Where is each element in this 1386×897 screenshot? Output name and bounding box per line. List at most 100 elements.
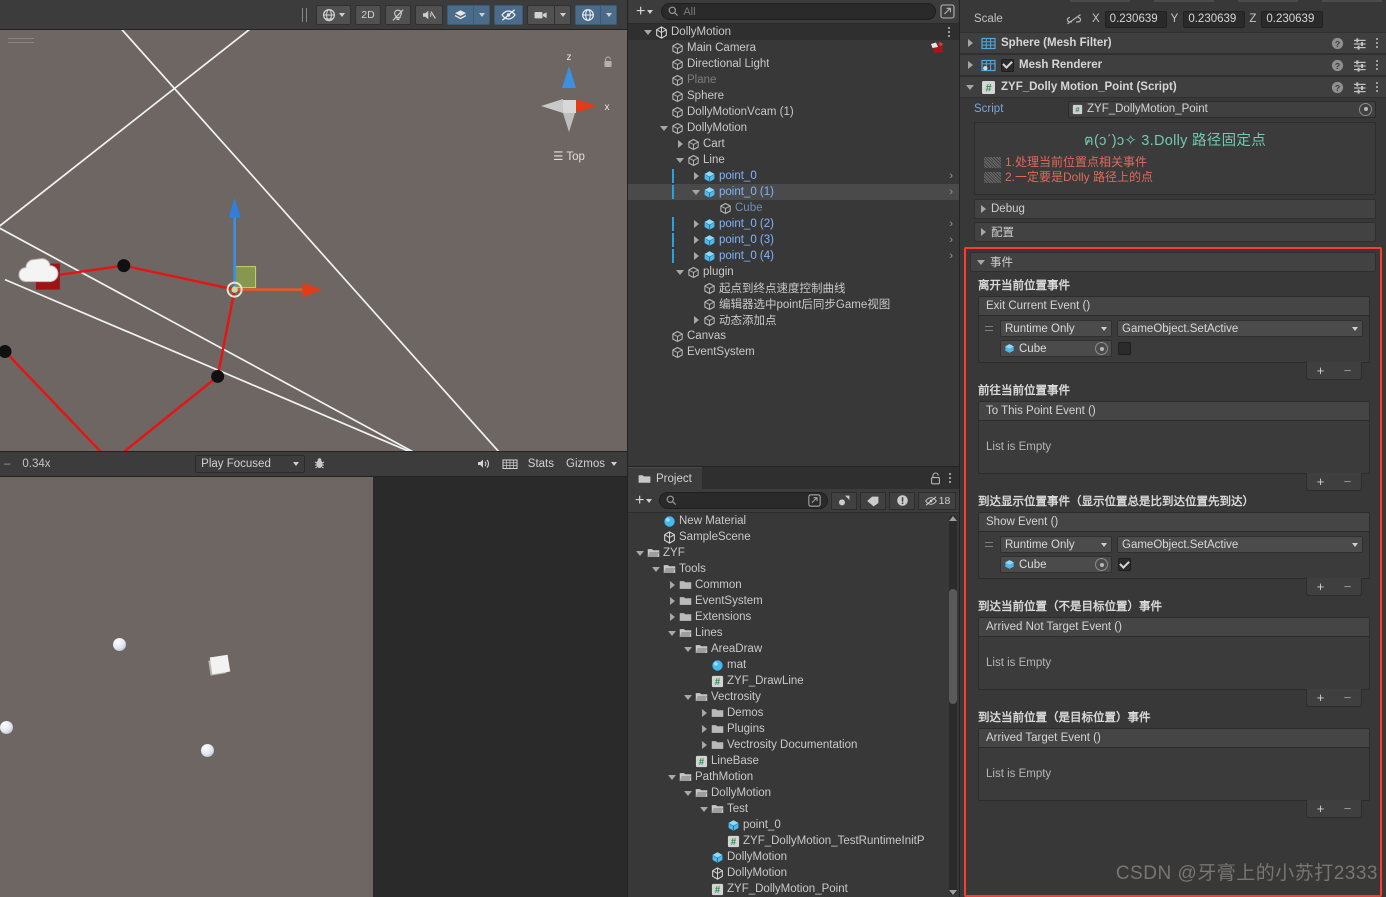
tree-row[interactable]: Line	[628, 152, 959, 168]
event-runtime-dropdown[interactable]: Runtime Only	[1000, 536, 1112, 553]
tree-row[interactable]: 编辑器选中point后同步Game视图	[628, 296, 959, 312]
tree-row[interactable]: mat	[628, 657, 959, 673]
component-header-mesh-renderer[interactable]: Mesh Renderer ?	[960, 54, 1386, 76]
expand-arrow[interactable]	[698, 801, 710, 817]
expand-arrow[interactable]	[690, 248, 702, 264]
tree-row[interactable]: plugin	[628, 264, 959, 280]
gizmos-dropdown-button[interactable]	[601, 4, 617, 25]
expand-arrow[interactable]	[964, 35, 976, 51]
tree-row[interactable]: Vectrosity	[628, 689, 959, 705]
tree-row[interactable]: DollyMotion	[628, 849, 959, 865]
filter-by-label-button[interactable]	[860, 491, 886, 510]
expand-arrow[interactable]	[658, 120, 670, 136]
foldout-config[interactable]: 配置	[974, 222, 1376, 242]
remove-listener-button[interactable]: −	[1334, 473, 1361, 491]
expand-arrow[interactable]	[674, 264, 686, 280]
expand-arrow[interactable]	[666, 577, 678, 593]
hidden-objects-toggle-button[interactable]	[494, 4, 523, 25]
open-prefab-chevron-icon[interactable]: ›	[949, 250, 955, 262]
expand-arrow[interactable]	[682, 641, 694, 657]
expand-arrow[interactable]	[690, 312, 702, 328]
project-popout-icon[interactable]	[808, 494, 821, 507]
tree-row[interactable]: Cart	[628, 136, 959, 152]
add-listener-button[interactable]: +	[1307, 689, 1334, 707]
path-point-marker[interactable]	[211, 369, 225, 383]
help-icon[interactable]: ?	[1331, 81, 1344, 94]
tree-row[interactable]: Canvas	[628, 328, 959, 344]
event-target-object-field[interactable]: Cube	[1000, 556, 1112, 573]
tree-row[interactable]: Sphere	[628, 88, 959, 104]
tree-row[interactable]: EventSystem	[628, 593, 959, 609]
component-header-mesh-filter[interactable]: Sphere (Mesh Filter) ?	[960, 32, 1386, 54]
tree-row-selected[interactable]: point_0 (1) ›	[628, 184, 959, 200]
help-icon[interactable]: ?	[1331, 59, 1344, 72]
event-method-dropdown[interactable]: GameObject.SetActive	[1117, 320, 1363, 337]
tree-row[interactable]: DollyMotionVcam (1)	[628, 104, 959, 120]
tree-row[interactable]: EventSystem	[628, 344, 959, 360]
tree-row[interactable]: Plane	[628, 72, 959, 88]
scene-camera-dropdown[interactable]	[555, 4, 571, 25]
component-header-dolly-motion-point[interactable]: # ZYF_Dolly Motion_Point (Script) ?	[960, 76, 1386, 98]
gizmos-button[interactable]: Gizmos	[560, 458, 611, 470]
tab-project[interactable]: Project	[628, 467, 702, 489]
project-search-input[interactable]	[659, 492, 828, 509]
script-object-field[interactable]: # ZYF_DollyMotion_Point	[1068, 100, 1376, 118]
filter-warnings-button[interactable]	[889, 491, 915, 510]
remove-listener-button[interactable]: −	[1334, 362, 1361, 380]
tree-row[interactable]: point_0 (4) ›	[628, 248, 959, 264]
help-icon[interactable]: ?	[1331, 37, 1344, 50]
tree-row[interactable]: DollyMotion	[628, 120, 959, 136]
game-viewport[interactable]	[0, 476, 627, 897]
open-prefab-chevron-icon[interactable]: ›	[949, 170, 955, 182]
expand-arrow[interactable]	[698, 737, 710, 753]
tree-row[interactable]: point_0 ›	[628, 168, 959, 184]
expand-arrow[interactable]	[690, 216, 702, 232]
mesh-renderer-enabled-checkbox[interactable]	[1001, 58, 1014, 72]
event-method-dropdown[interactable]: GameObject.SetActive	[1117, 536, 1363, 553]
constrain-proportions-icon[interactable]	[1066, 13, 1082, 25]
tree-row[interactable]: Common	[628, 577, 959, 593]
tree-row[interactable]: 起点到终点速度控制曲线	[628, 280, 959, 296]
remove-listener-button[interactable]: −	[1334, 689, 1361, 707]
drag-handle[interactable]	[983, 538, 995, 552]
lighting-toggle-button[interactable]	[385, 4, 411, 25]
tree-row[interactable]: Plugins	[628, 721, 959, 737]
foldout-events[interactable]: 事件	[970, 252, 1376, 272]
drag-handle[interactable]	[983, 322, 995, 336]
tree-row[interactable]: DollyMotion	[628, 785, 959, 801]
add-listener-button[interactable]: +	[1307, 362, 1334, 380]
tree-row[interactable]: Vectrosity Documentation	[628, 737, 959, 753]
tree-row[interactable]: PathMotion	[628, 769, 959, 785]
expand-arrow[interactable]	[674, 136, 686, 152]
tree-row[interactable]: point_0 (3) ›	[628, 232, 959, 248]
tree-row[interactable]: Lines	[628, 625, 959, 641]
remove-listener-button[interactable]: −	[1334, 578, 1361, 596]
tree-row[interactable]: # ZYF_DollyMotion_Point	[628, 881, 959, 897]
tree-row[interactable]: DollyMotion	[628, 24, 959, 40]
filter-by-type-button[interactable]	[831, 491, 857, 510]
object-picker-icon[interactable]	[1095, 558, 1108, 571]
expand-arrow[interactable]	[650, 561, 662, 577]
event-bool-argument-checkbox[interactable]	[1118, 342, 1131, 355]
tree-row[interactable]: SampleScene	[628, 529, 959, 545]
object-picker-icon[interactable]	[1359, 102, 1372, 116]
expand-arrow[interactable]	[698, 721, 710, 737]
lock-icon[interactable]	[603, 56, 613, 68]
scene-orientation-gizmo[interactable]: z x ☰ Top	[519, 42, 619, 167]
tree-row[interactable]: Cube	[628, 200, 959, 216]
object-picker-icon[interactable]	[1095, 342, 1108, 355]
expand-arrow[interactable]	[964, 57, 976, 73]
mute-audio-button[interactable]	[472, 455, 496, 473]
tree-row[interactable]: DollyMotion	[628, 865, 959, 881]
hierarchy-popout-icon[interactable]	[940, 4, 955, 19]
fx-toggle-button[interactable]	[447, 4, 474, 25]
event-runtime-dropdown[interactable]: Runtime Only	[1000, 320, 1112, 337]
tree-row[interactable]: Main Camera	[628, 40, 959, 56]
expand-arrow[interactable]	[698, 705, 710, 721]
project-tree[interactable]: New Material SampleScene ZYF Tools Common Eve…	[628, 513, 959, 897]
scene-viewport[interactable]: z x ☰ Top	[0, 30, 627, 451]
component-menu-button[interactable]	[1376, 60, 1378, 70]
chevron-down-icon[interactable]	[611, 461, 617, 466]
tree-row[interactable]: Directional Light	[628, 56, 959, 72]
project-menu-button[interactable]	[949, 473, 951, 483]
